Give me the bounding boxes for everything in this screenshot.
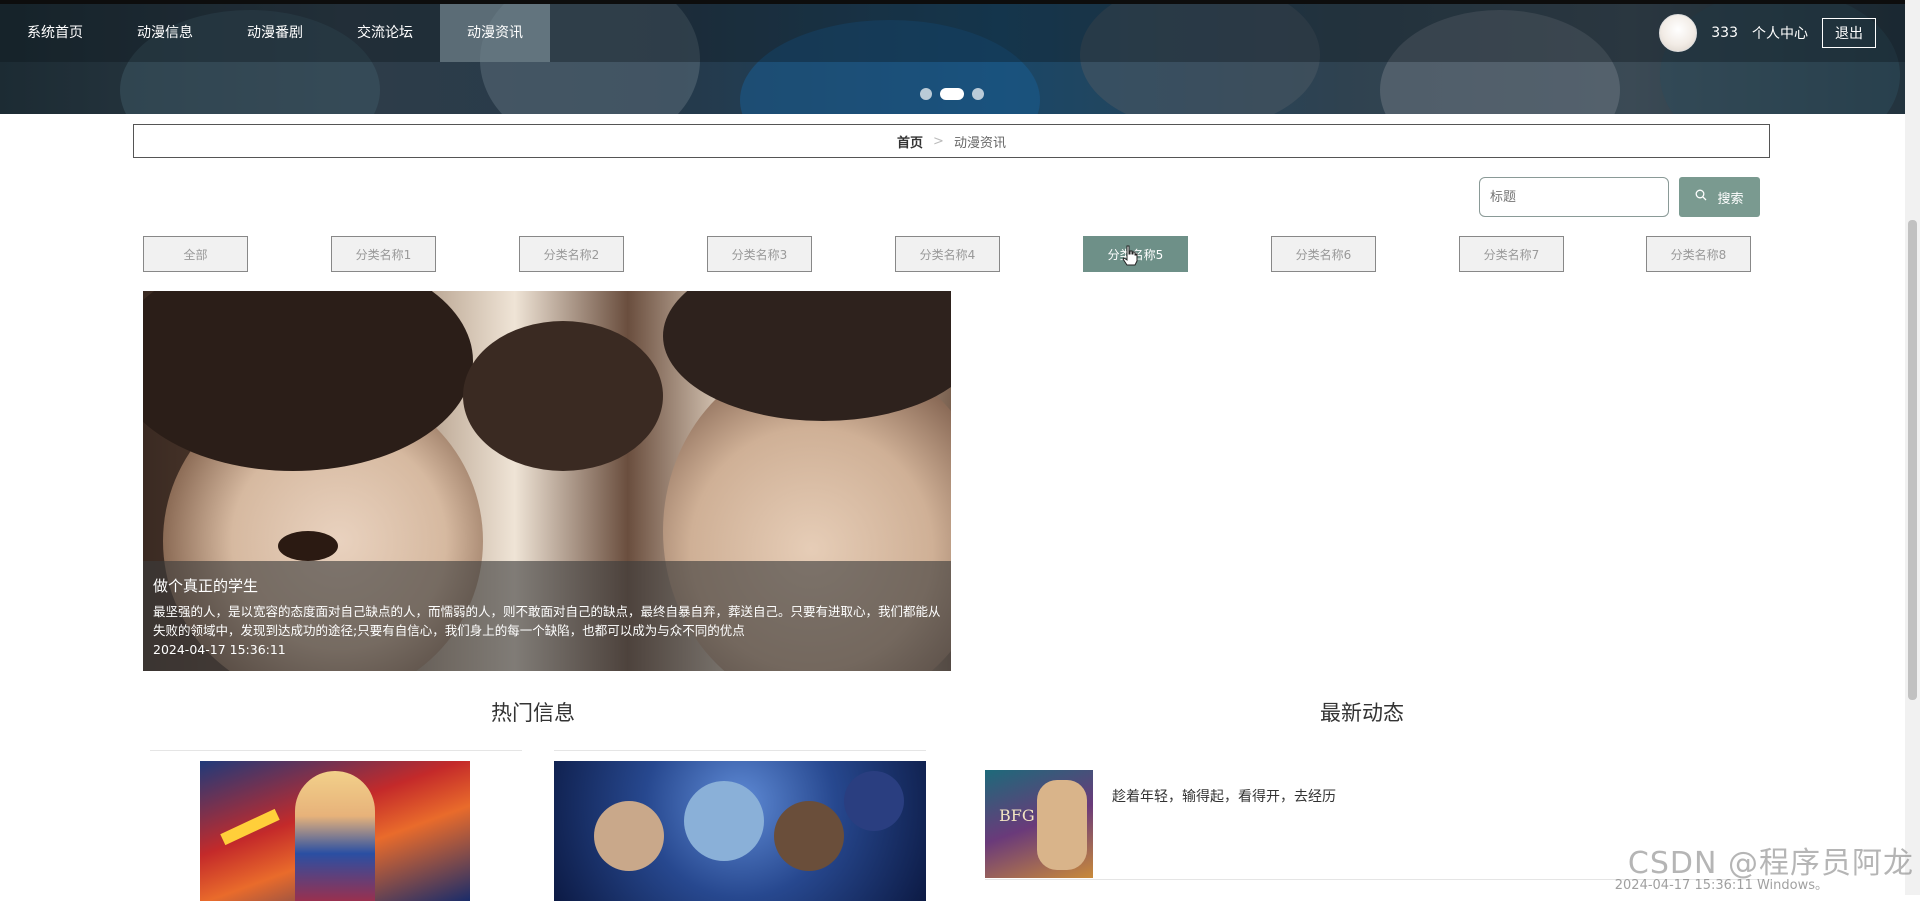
carousel-dot[interactable] <box>920 88 932 100</box>
category-6[interactable]: 分类名称6 <box>1271 236 1376 272</box>
hand-cursor-icon <box>1122 245 1138 266</box>
breadcrumb-current: 动漫资讯 <box>953 135 1006 151</box>
nav-item-forum[interactable]: 交流论坛 <box>330 4 440 62</box>
featured-image <box>278 531 338 561</box>
poster-image <box>594 801 664 871</box>
news-thumbnail: BFG <box>985 770 1093 878</box>
search-button-label: 搜索 <box>1717 191 1744 207</box>
thumbnail-figure <box>1037 780 1087 870</box>
poster-image <box>295 771 375 901</box>
poster-image <box>774 801 844 871</box>
nav-item-anime-news[interactable]: 动漫资讯 <box>440 4 550 62</box>
nav-item-home[interactable]: 系统首页 <box>0 4 110 62</box>
username: 333 <box>1711 25 1738 41</box>
carousel-dot-active[interactable] <box>940 88 964 100</box>
logout-button[interactable]: 退出 <box>1822 18 1876 48</box>
search-icon <box>1695 189 1707 205</box>
featured-description: 最坚强的人，是以宽容的态度面对自己缺点的人，而懦弱的人，则不敢面对自己的缺点，最… <box>153 604 941 638</box>
poster-image <box>844 771 904 831</box>
nav-item-anime-info[interactable]: 动漫信息 <box>110 4 220 62</box>
hot-item-poster[interactable] <box>554 761 926 901</box>
nav-item-anime-series[interactable]: 动漫番剧 <box>220 4 330 62</box>
top-banner: 系统首页 动漫信息 动漫番剧 交流论坛 动漫资讯 333 个人中心 退出 <box>0 0 1920 114</box>
featured-title: 做个真正的学生 <box>153 577 259 595</box>
search-button[interactable]: 搜索 <box>1679 177 1760 217</box>
system-watermark: 2024-04-17 15:36:11 Windows。 <box>1614 878 1828 893</box>
breadcrumb-separator: > <box>933 133 944 149</box>
breadcrumb: 首页 > 动漫资讯 <box>133 124 1770 158</box>
avatar[interactable] <box>1659 14 1698 52</box>
featured-time: 2024-04-17 15:36:11 <box>153 642 286 657</box>
category-7[interactable]: 分类名称7 <box>1459 236 1564 272</box>
poster-image <box>684 781 764 861</box>
category-tabs: 全部 分类名称1 分类名称2 分类名称3 分类名称4 分类名称5 分类名称6 分… <box>143 236 1751 272</box>
featured-news-card[interactable]: 做个真正的学生 最坚强的人，是以宽容的态度面对自己缺点的人，而懦弱的人，则不敢面… <box>143 291 951 671</box>
main-nav: 系统首页 动漫信息 动漫番剧 交流论坛 动漫资讯 333 个人中心 退出 <box>0 4 1920 62</box>
hot-item-poster[interactable] <box>200 761 470 901</box>
category-2[interactable]: 分类名称2 <box>519 236 624 272</box>
latest-news-title: 最新动态 <box>1320 701 1404 725</box>
divider <box>554 750 926 751</box>
breadcrumb-home[interactable]: 首页 <box>897 132 923 151</box>
search-input[interactable] <box>1479 177 1669 217</box>
category-all[interactable]: 全部 <box>143 236 248 272</box>
featured-image <box>663 291 951 421</box>
featured-caption: 做个真正的学生 最坚强的人，是以宽容的态度面对自己缺点的人，而懦弱的人，则不敢面… <box>143 561 951 671</box>
category-3[interactable]: 分类名称3 <box>707 236 812 272</box>
user-area: 333 个人中心 退出 <box>1659 4 1876 62</box>
scrollbar-thumb[interactable] <box>1908 220 1917 700</box>
category-8[interactable]: 分类名称8 <box>1646 236 1751 272</box>
thumbnail-logo-text: BFG <box>999 806 1035 825</box>
news-title[interactable]: 趁着年轻，输得起，看得开，去经历 <box>1112 786 1336 806</box>
poster-image <box>220 808 280 846</box>
carousel-dots <box>920 88 984 100</box>
category-4[interactable]: 分类名称4 <box>895 236 1000 272</box>
hot-info-title: 热门信息 <box>491 701 575 725</box>
featured-image <box>463 321 663 471</box>
carousel-dot[interactable] <box>972 88 984 100</box>
category-1[interactable]: 分类名称1 <box>331 236 436 272</box>
user-center-link[interactable]: 个人中心 <box>1752 23 1808 43</box>
page-scrollbar[interactable] <box>1905 0 1920 895</box>
divider <box>150 750 522 751</box>
